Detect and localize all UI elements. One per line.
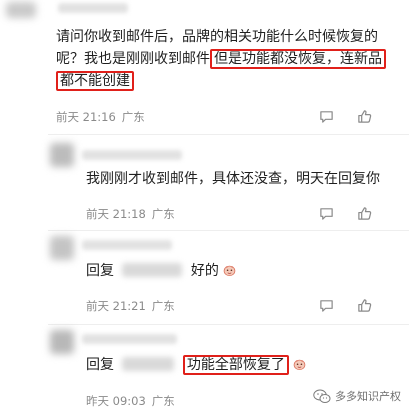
like-icon[interactable] xyxy=(356,108,372,124)
avatar[interactable] xyxy=(6,2,36,18)
comment-1-line-2-prefix: 呢？我也是刚刚收到邮件 xyxy=(56,51,210,67)
avatar[interactable] xyxy=(50,236,74,260)
comment-1-line-2: 呢？我也是刚刚收到邮件 但是功能都没恢复，连新品 xyxy=(56,48,401,70)
username-blurred[interactable] xyxy=(82,334,177,344)
comment-2-text: 我刚刚才收到邮件，具体还没查，明天在回复你 xyxy=(86,171,380,187)
highlight-text-1b: 都不能创建 xyxy=(60,73,130,89)
like-icon[interactable] xyxy=(356,205,372,221)
wechat-logo-icon xyxy=(313,389,331,403)
avatar[interactable] xyxy=(50,330,74,354)
comment-icon[interactable] xyxy=(318,297,334,313)
comment-3-text: 回复 好的 xyxy=(86,260,386,282)
comment-2-meta: 前天 21:18 广东 xyxy=(86,206,175,222)
comment-1-line-3: 都不能创建 xyxy=(56,70,401,92)
reply-target-blurred[interactable] xyxy=(122,357,175,371)
comment-4-text: 回复 功能全部恢复了 xyxy=(86,354,386,376)
comment-1-meta: 前天 21:16 广东 xyxy=(56,109,145,125)
comment-3-meta: 前天 21:21 广东 xyxy=(86,298,175,314)
reply-text: 好的 xyxy=(190,263,219,279)
username-blurred[interactable] xyxy=(82,150,182,160)
reply-prefix: 回复 xyxy=(86,357,114,373)
comment-time: 昨天 09:03 xyxy=(86,394,146,408)
highlight-box-2: 都不能创建 xyxy=(56,71,134,91)
like-icon[interactable] xyxy=(356,297,372,313)
divider xyxy=(48,230,409,231)
comment-1-text: 请问你收到邮件后，品牌的相关功能什么时候恢复的 呢？我也是刚刚收到邮件 但是功能都… xyxy=(56,26,401,92)
highlight-box-1: 但是功能都没恢复，连新品 xyxy=(210,49,386,69)
comment-time: 前天 21:21 xyxy=(86,299,146,313)
comment-icon[interactable] xyxy=(318,108,334,124)
comment-1-line-1: 请问你收到邮件后，品牌的相关功能什么时候恢复的 xyxy=(56,29,378,45)
watermark: 多多知识产权 xyxy=(313,388,401,404)
reply-prefix: 回复 xyxy=(86,263,114,279)
divider xyxy=(48,134,409,135)
avatar[interactable] xyxy=(50,143,74,167)
emoji-icon xyxy=(223,265,236,277)
comment-2-actions xyxy=(318,205,372,221)
comment-time: 前天 21:16 xyxy=(56,110,116,124)
highlight-box-3: 功能全部恢复了 xyxy=(182,355,289,375)
divider xyxy=(48,324,409,325)
comment-location: 广东 xyxy=(121,110,145,124)
comment-1-actions xyxy=(318,108,372,124)
comment-3-actions xyxy=(318,297,372,313)
comment-icon[interactable] xyxy=(318,205,334,221)
comment-4-meta: 昨天 09:03 广东 xyxy=(86,393,175,409)
username-blurred[interactable] xyxy=(58,3,128,13)
comment-location: 广东 xyxy=(151,394,175,408)
comment-thread: 请问你收到邮件后，品牌的相关功能什么时候恢复的 呢？我也是刚刚收到邮件 但是功能都… xyxy=(0,0,409,413)
highlight-text-1a: 但是功能都没恢复，连新品 xyxy=(214,51,382,67)
emoji-icon xyxy=(293,359,306,371)
reply-highlight-text: 功能全部恢复了 xyxy=(186,357,285,373)
watermark-text: 多多知识产权 xyxy=(335,390,401,403)
comment-location: 广东 xyxy=(151,299,175,313)
reply-target-blurred[interactable] xyxy=(122,263,183,277)
comment-location: 广东 xyxy=(151,207,175,221)
username-blurred[interactable] xyxy=(82,240,172,250)
comment-time: 前天 21:18 xyxy=(86,207,146,221)
